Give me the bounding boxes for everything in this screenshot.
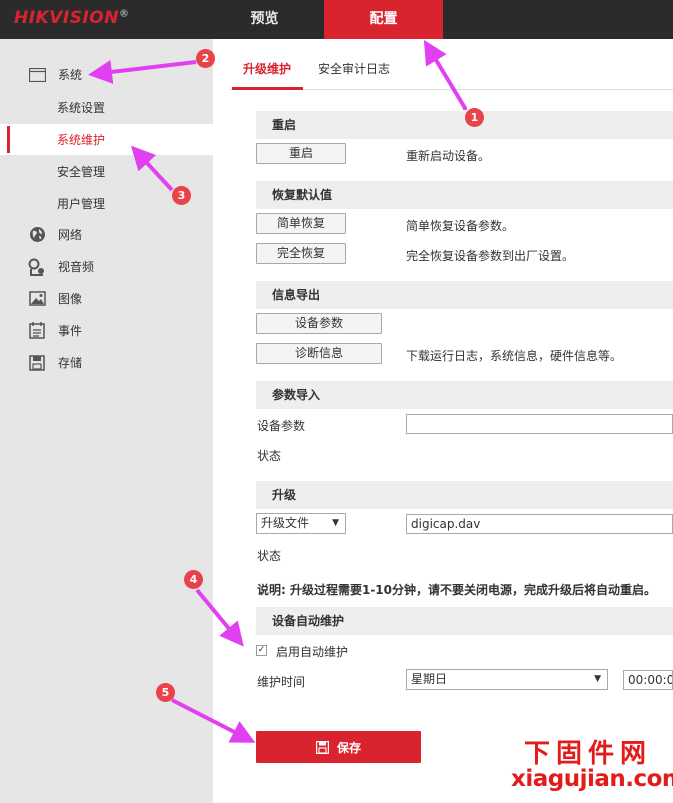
sidebar-item-label: 用户管理	[57, 197, 106, 211]
sidebar: 系统 系统设置 系统维护 安全管理 用户管理 网络 视音频 图像 事件 存储	[0, 39, 213, 803]
watermark-title: 下固件网	[524, 739, 653, 769]
tab-bar: 升级维护 安全审计日志	[230, 50, 673, 90]
save-button[interactable]: 保存	[256, 731, 421, 763]
import-status-label: 状态	[257, 449, 282, 463]
auto-maintenance-checkbox[interactable]: ✓	[256, 645, 267, 656]
reboot-description: 重新启动设备。	[406, 149, 491, 163]
event-icon	[28, 322, 46, 340]
network-icon	[28, 226, 46, 244]
video-audio-icon	[28, 258, 46, 276]
annotation-badge-1: 1	[465, 108, 484, 127]
export-diagnostics-button[interactable]: 诊断信息	[256, 343, 382, 364]
sidebar-item-label: 视音频	[58, 260, 95, 274]
nav-preview[interactable]: 预览	[205, 0, 324, 39]
sidebar-item-label: 事件	[58, 324, 83, 338]
diagnostics-description: 下载运行日志，系统信息，硬件信息等。	[406, 349, 623, 363]
upgrade-status-label: 状态	[257, 549, 282, 563]
import-params-label: 设备参数	[257, 419, 306, 433]
export-device-params-button[interactable]: 设备参数	[256, 313, 382, 334]
system-icon	[28, 66, 46, 84]
nav-configuration[interactable]: 配置	[324, 0, 443, 39]
sidebar-item-system-maintenance[interactable]: 系统维护	[0, 124, 213, 155]
sidebar-item-system[interactable]: 系统	[0, 59, 213, 90]
tab-security-audit-log[interactable]: 安全审计日志	[318, 60, 390, 77]
hikvision-logo: HIKVISION®	[14, 8, 130, 28]
maintenance-day-select[interactable]: 星期日 ▼	[406, 669, 608, 690]
sidebar-item-label: 网络	[58, 228, 83, 242]
sidebar-item-label: 图像	[58, 292, 83, 306]
tab-upgrade-maintenance[interactable]: 升级维护	[243, 60, 291, 77]
full-restore-button[interactable]: 完全恢复	[256, 243, 346, 264]
section-restore-title: 恢复默认值	[256, 181, 673, 209]
maintenance-time-label: 维护时间	[257, 675, 306, 689]
simple-restore-button[interactable]: 简单恢复	[256, 213, 346, 234]
section-upgrade-title: 升级	[256, 481, 673, 509]
import-file-field[interactable]	[406, 414, 673, 434]
reboot-button[interactable]: 重启	[256, 143, 346, 164]
sidebar-item-network[interactable]: 网络	[0, 219, 213, 250]
sidebar-item-security-management[interactable]: 安全管理	[0, 156, 213, 187]
annotation-badge-2: 2	[196, 49, 215, 68]
dropdown-arrow-icon: ▼	[594, 674, 601, 684]
save-label: 保存	[336, 740, 361, 755]
sidebar-item-label: 系统	[58, 68, 83, 82]
page: HIKVISION® 预览 配置 系统 系统设置 系统维护 安全管理 用户管理	[0, 0, 673, 803]
sidebar-item-label: 存储	[58, 356, 83, 370]
section-auto-maintenance-title: 设备自动维护	[256, 607, 673, 635]
section-import-title: 参数导入	[256, 381, 673, 409]
sidebar-item-label: 系统设置	[57, 101, 106, 115]
storage-icon	[28, 354, 46, 372]
simple-restore-description: 简单恢复设备参数。	[406, 219, 515, 233]
sidebar-item-label: 系统维护	[57, 133, 106, 147]
full-restore-description: 完全恢复设备参数到出厂设置。	[406, 249, 575, 263]
maintenance-time-field[interactable]: 00:00:00	[623, 670, 673, 690]
annotation-badge-3: 3	[172, 186, 191, 205]
save-icon	[315, 740, 329, 754]
annotation-badge-5: 5	[156, 683, 175, 702]
section-export-title: 信息导出	[256, 281, 673, 309]
annotation-badge-4: 4	[184, 570, 203, 589]
image-icon	[28, 290, 46, 308]
sidebar-item-label: 安全管理	[57, 165, 106, 179]
auto-maintenance-label: 启用自动维护	[276, 645, 349, 659]
sidebar-item-storage[interactable]: 存储	[0, 347, 213, 378]
dropdown-arrow-icon: ▼	[332, 518, 339, 528]
active-tab-indicator	[232, 87, 303, 90]
watermark-url: xiagujian.com	[511, 766, 673, 792]
sidebar-item-system-settings[interactable]: 系统设置	[0, 92, 213, 123]
sidebar-item-image[interactable]: 图像	[0, 283, 213, 314]
top-bar: HIKVISION® 预览 配置	[0, 0, 673, 39]
sidebar-item-event[interactable]: 事件	[0, 315, 213, 346]
top-nav: 预览 配置	[205, 0, 443, 39]
upgrade-type-select[interactable]: 升级文件 ▼	[256, 513, 346, 534]
upgrade-file-field[interactable]: digicap.dav	[406, 514, 673, 534]
sidebar-item-video-audio[interactable]: 视音频	[0, 251, 213, 282]
upgrade-note: 说明: 升级过程需要1-10分钟，请不要关闭电源，完成升级后将自动重启。	[257, 583, 657, 597]
